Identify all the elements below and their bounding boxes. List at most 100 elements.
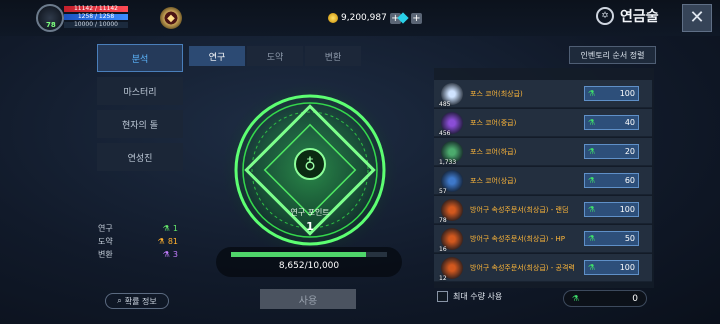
stat-value: 3 [172, 250, 178, 259]
flask-icon: ⚗ [572, 294, 580, 303]
flask-icon: ⚗ [588, 234, 596, 243]
research-points-value: 1 [306, 220, 314, 233]
tab-leap[interactable]: 도약 [247, 46, 303, 66]
item-icon: 78 [439, 198, 463, 224]
list-item[interactable]: 456 포스 코어(중급) ⚗ 40 [434, 109, 652, 137]
side-menu: 분석 마스터리 현자의 돌 연성진 [97, 44, 183, 176]
stat-row-leap: 도약 ⚗ 81 [98, 235, 178, 248]
probability-info-label: 확률 정보 [124, 296, 157, 306]
flask-icon: ⚗ [588, 147, 596, 156]
item-name: 포스 코어(최상급) [470, 89, 523, 98]
max-use-checkbox[interactable] [437, 291, 448, 302]
menu-item-mastery[interactable]: 마스터리 [97, 77, 183, 105]
list-item[interactable]: 12 방어구 속성주문서(최상급) - 공격력 ⚗ 100 [434, 254, 652, 282]
quantity-field[interactable]: ⚗ 100 [584, 86, 639, 101]
stat-value: 1 [172, 224, 178, 233]
quantity-value: 60 [624, 176, 635, 185]
quantity-field[interactable]: ⚗ 60 [584, 173, 639, 188]
flask-icon: ⚗ [588, 89, 596, 98]
item-count: 16 [439, 245, 447, 253]
sort-inventory-button[interactable]: 인벤토리 순서 정렬 [569, 46, 656, 64]
svg-text:♁: ♁ [304, 155, 316, 174]
max-use-label: 최대 수량 사용 [453, 292, 503, 301]
list-item[interactable]: 485 포스 코어(최상급) ⚗ 100 [434, 80, 652, 108]
menu-item-transmutation-circle[interactable]: 연성진 [97, 143, 183, 171]
gold-coin-icon [328, 13, 338, 23]
item-count: 57 [439, 187, 447, 195]
item-name: 방어구 속성주문서(최상급) - 랜덤 [470, 205, 569, 214]
list-item[interactable]: 1,733 포스 코어(하급) ⚗ 20 [434, 138, 652, 166]
flask-icon: ⚗ [588, 118, 596, 127]
flask-icon: ⚗ [588, 263, 596, 272]
quantity-field[interactable]: ⚗ 50 [584, 231, 639, 246]
gem-display: + [397, 10, 422, 26]
item-icon: 1,733 [439, 140, 463, 166]
item-name: 방어구 속성주문서(최상급) - 공격력 [470, 263, 575, 272]
mp-bar: 1258 / 1258 [64, 14, 128, 20]
item-name: 포스 코어(하급) [470, 147, 517, 156]
quantity-field[interactable]: ⚗ 20 [584, 144, 639, 159]
quantity-field[interactable]: ⚗ 100 [584, 202, 639, 217]
quantity-value: 20 [624, 147, 635, 156]
flask-icon: ⚗ [588, 176, 596, 185]
item-count: 1,733 [439, 158, 457, 166]
quantity-field[interactable]: ⚗ 40 [584, 115, 639, 130]
research-progress: 8,652/10,000 [216, 247, 402, 277]
tab-bar: 연구 도약 변환 [189, 46, 361, 66]
gold-amount: 9,200,987 [341, 13, 387, 23]
magic-circle-icon: ♁ [222, 82, 398, 258]
quantity-value: 40 [624, 118, 635, 127]
max-use-option[interactable]: 최대 수량 사용 [437, 291, 502, 302]
guild-emblem-icon[interactable]: ◆ [160, 7, 182, 29]
quantity-value: 100 [619, 205, 635, 214]
probability-info-button[interactable]: ⌕ 확률 정보 [105, 293, 169, 309]
alchemy-icon: ✡ [596, 7, 614, 25]
inventory-list[interactable]: 485 포스 코어(최상급) ⚗ 100 456 포스 코어(중급) ⚗ 40 1,733 포스 … [434, 68, 654, 288]
flask-icon: ⚗ [588, 205, 596, 214]
gold-display: 9,200,987 + [328, 10, 401, 26]
add-gem-button[interactable]: + [411, 12, 422, 24]
item-count: 12 [439, 274, 447, 282]
exp-bar: 10000 / 10000 [64, 22, 128, 28]
tab-research[interactable]: 연구 [189, 46, 245, 66]
page-title-area: ✡ 연금술 [596, 6, 659, 26]
stat-label: 변환 [98, 250, 113, 259]
quantity-value: 100 [619, 263, 635, 272]
item-name: 포스 코어(중급) [470, 118, 517, 127]
convert-icon: ⚗ [162, 250, 170, 259]
player-level: 78 [46, 21, 56, 29]
stat-label: 연구 [98, 224, 113, 233]
research-points-label: 연구 포인트 [290, 208, 330, 217]
stat-row-convert: 변환 ⚗ 3 [98, 248, 178, 261]
progress-text: 8,652/10,000 [278, 261, 340, 271]
list-item[interactable]: 57 포스 코어(상급) ⚗ 60 [434, 167, 652, 195]
research-icon: ⚗ [162, 224, 170, 233]
item-icon: 16 [439, 227, 463, 253]
tab-convert[interactable]: 변환 [305, 46, 361, 66]
stats-panel: 연구 ⚗ 1 도약 ⚗ 81 변환 ⚗ 3 [98, 222, 178, 261]
diamond-icon [397, 12, 409, 24]
total-quantity-value: 0 [632, 293, 638, 304]
item-name: 방어구 속성주문서(최상급) - HP [470, 234, 565, 243]
item-count: 485 [439, 100, 451, 108]
item-name: 포스 코어(상급) [470, 176, 517, 185]
leap-icon: ⚗ [157, 237, 165, 246]
list-item[interactable]: 78 방어구 속성주문서(최상급) - 랜덤 ⚗ 100 [434, 196, 652, 224]
close-button[interactable]: ✕ [682, 4, 712, 32]
hp-bar: 11142 / 11142 [64, 6, 128, 12]
item-icon: 456 [439, 111, 463, 137]
item-icon: 485 [439, 82, 463, 108]
total-quantity: ⚗ 0 [563, 290, 647, 307]
search-icon: ⌕ [117, 296, 122, 305]
menu-item-analysis[interactable]: 분석 [97, 44, 183, 72]
item-count: 78 [439, 216, 447, 224]
menu-item-philosopher-stone[interactable]: 현자의 돌 [97, 110, 183, 138]
use-button[interactable]: 사용 [260, 289, 356, 309]
progress-track [231, 252, 387, 257]
list-item[interactable]: 16 방어구 속성주문서(최상급) - HP ⚗ 50 [434, 225, 652, 253]
stat-row-research: 연구 ⚗ 1 [98, 222, 178, 235]
stat-label: 도약 [98, 237, 113, 246]
quantity-field[interactable]: ⚗ 100 [584, 260, 639, 275]
item-count: 456 [439, 129, 451, 137]
quantity-value: 50 [624, 234, 635, 243]
